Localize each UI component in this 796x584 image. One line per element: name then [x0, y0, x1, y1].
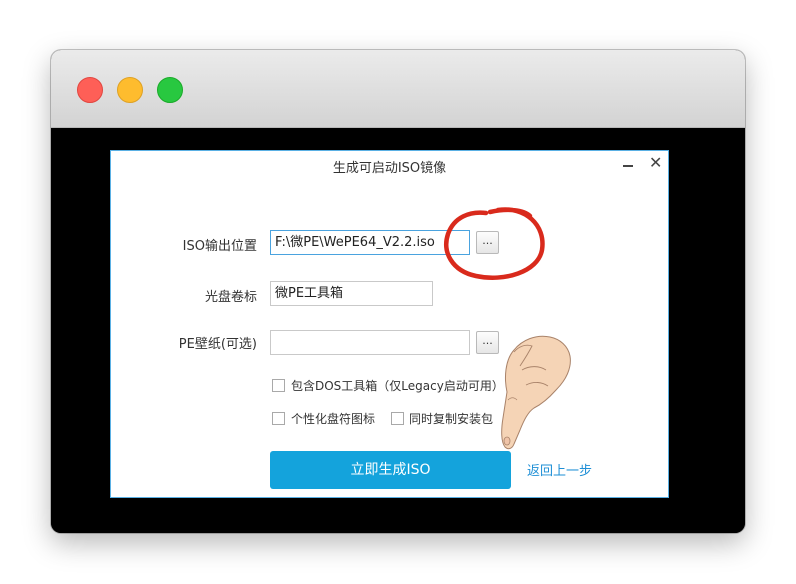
- close-window-button[interactable]: [77, 77, 103, 103]
- iso-dialog: 生成可启动ISO镜像 ✕ ISO输出位置 F:\微PE\WePE64_V2.2.…: [110, 150, 669, 498]
- wallpaper-label: PE壁纸(可选): [178, 337, 257, 352]
- wallpaper-browse-button[interactable]: ...: [476, 331, 499, 354]
- disc-label-field[interactable]: 微PE工具箱: [270, 281, 433, 306]
- dialog-title: 生成可启动ISO镜像: [332, 161, 447, 176]
- iso-output-field[interactable]: F:\微PE\WePE64_V2.2.iso: [270, 230, 470, 255]
- iso-browse-button[interactable]: ...: [476, 231, 499, 254]
- back-link[interactable]: 返回上一步: [527, 460, 592, 479]
- minimize-icon[interactable]: [623, 165, 633, 167]
- close-icon[interactable]: ✕: [649, 154, 662, 172]
- wallpaper-field[interactable]: [270, 330, 470, 355]
- copy-installer-label: 同时复制安装包: [409, 412, 494, 426]
- include-dos-checkbox[interactable]: [272, 379, 285, 392]
- window-titlebar: [51, 50, 745, 128]
- include-dos-label: 包含DOS工具箱（仅Legacy启动可用）: [291, 379, 504, 393]
- custom-icon-checkbox[interactable]: [272, 412, 285, 425]
- zoom-window-button[interactable]: [157, 77, 183, 103]
- iso-output-label: ISO输出位置: [182, 239, 257, 254]
- copy-installer-checkbox[interactable]: [391, 412, 404, 425]
- custom-icon-label: 个性化盘符图标: [291, 412, 376, 426]
- disc-label-label: 光盘卷标: [204, 290, 257, 305]
- generate-iso-button[interactable]: 立即生成ISO: [270, 451, 511, 489]
- minimize-window-button[interactable]: [117, 77, 143, 103]
